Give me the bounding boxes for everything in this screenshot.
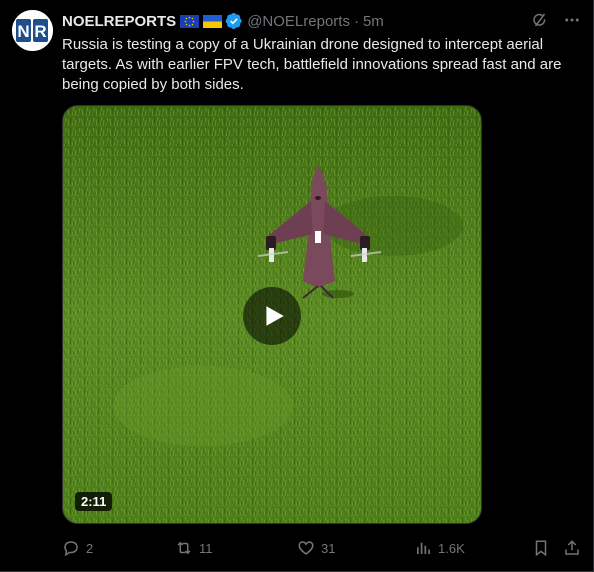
avatar-letter-n: N <box>17 22 29 41</box>
tweet-actions: 2 11 31 1.6K <box>62 538 581 558</box>
like-count: 31 <box>321 540 336 556</box>
tweet[interactable]: N R NOELREPORTS @NOELreports · 5m Russia… <box>0 0 594 572</box>
retweet-count: 11 <box>199 540 213 556</box>
tweet-text: Russia is testing a copy of a Ukrainian … <box>62 36 562 93</box>
share-icon <box>565 540 579 555</box>
like-button[interactable]: 31 <box>297 539 335 557</box>
avatar[interactable]: N R <box>12 10 53 51</box>
reply-count: 2 <box>86 540 94 556</box>
video-player[interactable]: 2:11 <box>62 105 482 524</box>
views-icon <box>417 542 430 554</box>
bookmark-icon <box>535 540 547 557</box>
play-button[interactable] <box>243 287 301 345</box>
retweet-icon <box>177 541 191 555</box>
separator-dot: · <box>353 12 359 30</box>
share-button[interactable] <box>563 539 581 557</box>
avatar-logo: N R <box>12 10 53 51</box>
eu-flag-icon <box>180 14 200 28</box>
reply-icon <box>64 541 78 557</box>
grok-icon[interactable] <box>531 11 549 29</box>
ukraine-flag-icon <box>203 14 223 28</box>
author-handle[interactable]: @NOELreports <box>247 13 350 30</box>
tweet-header: NOELREPORTS @NOELreports · 5m <box>62 11 581 31</box>
header-actions <box>531 11 581 29</box>
video-duration: 2:11 <box>75 492 113 511</box>
views-count: 1.6K <box>438 540 465 556</box>
author-name[interactable]: NOELREPORTS <box>62 13 176 30</box>
timestamp[interactable]: 5m <box>363 13 384 30</box>
more-icon[interactable] <box>563 11 581 29</box>
play-icon <box>266 306 284 326</box>
avatar-letter-r: R <box>34 22 46 41</box>
views-button[interactable]: 1.6K <box>414 539 465 557</box>
retweet-button[interactable]: 11 <box>175 539 213 557</box>
verified-badge-icon[interactable] <box>225 12 243 30</box>
bookmark-button[interactable] <box>532 539 550 557</box>
reply-button[interactable]: 2 <box>62 539 93 557</box>
heart-icon <box>298 541 314 555</box>
